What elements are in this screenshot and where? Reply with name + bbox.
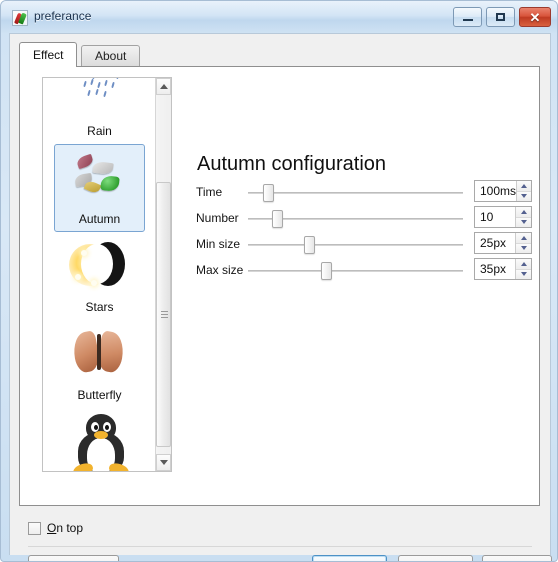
list-item-rain[interactable]: Rain (43, 78, 156, 144)
spinbox-up-icon[interactable] (516, 259, 531, 270)
cancel-button[interactable]: Cancel (398, 555, 473, 561)
spinbox-down-icon[interactable] (516, 217, 531, 227)
slider-handle[interactable] (304, 236, 315, 254)
slider-handle[interactable] (272, 210, 283, 228)
window-title: preferance (34, 9, 92, 23)
effect-list-items: Rain Autumn Stars Butterfly (43, 78, 156, 471)
min-size-spinbox[interactable]: 25px (474, 232, 532, 254)
stars-moon-icon (65, 236, 135, 298)
close-icon: ✕ (529, 9, 541, 25)
effect-list[interactable]: Rain Autumn Stars Butterfly (42, 77, 172, 472)
setting-label: Number (196, 211, 239, 225)
minimize-icon (454, 8, 481, 26)
leaf-icon (12, 10, 28, 26)
on-top-rest: n top (56, 521, 84, 535)
tab-strip: Effect About (19, 42, 539, 67)
restore-defaults-button[interactable]: Restore Defaults (28, 555, 119, 561)
on-top-checkbox[interactable] (28, 521, 41, 535)
on-top-checkbox-row[interactable]: On top (28, 521, 83, 535)
setting-row-max-size: Max size 35px (196, 258, 536, 282)
restore-icon (487, 8, 514, 26)
on-top-label: On top (47, 521, 83, 535)
min-size-slider[interactable] (248, 234, 463, 256)
preferences-window: preferance ✕ Effect About Rain Autumn St… (0, 0, 558, 562)
slider-handle[interactable] (263, 184, 274, 202)
title-bar: preferance ✕ (1, 1, 557, 33)
spinbox-down-icon[interactable] (516, 243, 531, 253)
slider-groove (248, 192, 463, 194)
client-area: Effect About Rain Autumn Stars Butterfly… (9, 33, 552, 561)
spinbox-up-icon[interactable] (516, 233, 531, 244)
list-item-butterfly[interactable]: Butterfly (43, 320, 156, 408)
list-item-label: Rain (87, 124, 112, 138)
list-item-tux[interactable]: Tux (43, 408, 156, 471)
setting-label: Time (196, 185, 223, 199)
tab-effect-label: Effect (33, 48, 64, 62)
apply-button[interactable]: Apply (482, 555, 552, 561)
maximize-button[interactable] (486, 7, 515, 27)
scrollbar-thumb[interactable] (156, 182, 171, 447)
spinbox-buttons (515, 207, 531, 227)
setting-row-time: Time 100ms (196, 180, 536, 204)
slider-handle[interactable] (321, 262, 332, 280)
setting-row-min-size: Min size 25px (196, 232, 536, 256)
spinbox-value: 25px (480, 236, 507, 250)
number-spinbox[interactable]: 10 (474, 206, 532, 228)
close-button[interactable]: ✕ (519, 7, 551, 27)
spinbox-buttons (516, 181, 531, 201)
time-spinbox[interactable]: 100ms (474, 180, 532, 202)
on-top-accel: O (47, 521, 57, 535)
rain-icon (65, 78, 135, 122)
tab-about[interactable]: About (81, 45, 141, 66)
spinbox-value: 35px (480, 262, 507, 276)
list-item-label: Autumn (78, 212, 121, 226)
grip-icon (161, 311, 168, 318)
autumn-leaves-icon (65, 148, 135, 210)
list-item-autumn[interactable]: Autumn (43, 144, 156, 232)
scroll-up-icon[interactable] (156, 78, 171, 95)
spinbox-buttons (515, 259, 531, 279)
setting-label: Max size (196, 263, 244, 277)
spinbox-buttons (515, 233, 531, 253)
setting-label: Min size (196, 237, 241, 251)
list-item-stars[interactable]: Stars (43, 232, 156, 320)
config-title: Autumn configuration (197, 153, 387, 175)
list-item-label: Stars (85, 300, 114, 314)
tab-page-effect: Rain Autumn Stars Butterfly Autumn confi… (19, 66, 540, 506)
max-size-slider[interactable] (248, 260, 463, 282)
spinbox-value: 100ms (480, 184, 517, 198)
slider-groove (248, 270, 463, 272)
spinbox-up-icon[interactable] (516, 207, 531, 218)
ok-button[interactable]: OK (312, 555, 387, 561)
tab-effect[interactable]: Effect (19, 42, 78, 67)
max-size-spinbox[interactable]: 35px (474, 258, 532, 280)
divider (28, 546, 532, 547)
setting-row-number: Number 10 (196, 206, 536, 230)
number-slider[interactable] (248, 208, 463, 230)
butterfly-icon (65, 324, 135, 386)
spinbox-up-icon[interactable] (517, 181, 531, 192)
effect-list-scrollbar[interactable] (155, 78, 171, 471)
spinbox-down-icon[interactable] (517, 191, 531, 201)
minimize-button[interactable] (453, 7, 482, 27)
spinbox-value: 10 (480, 210, 494, 224)
slider-groove (248, 244, 463, 246)
spinbox-down-icon[interactable] (516, 269, 531, 279)
tab-about-label: About (95, 49, 127, 63)
penguin-icon (65, 412, 135, 471)
time-slider[interactable] (248, 182, 463, 204)
list-item-label: Butterfly (77, 388, 122, 402)
scroll-down-icon[interactable] (156, 454, 171, 471)
